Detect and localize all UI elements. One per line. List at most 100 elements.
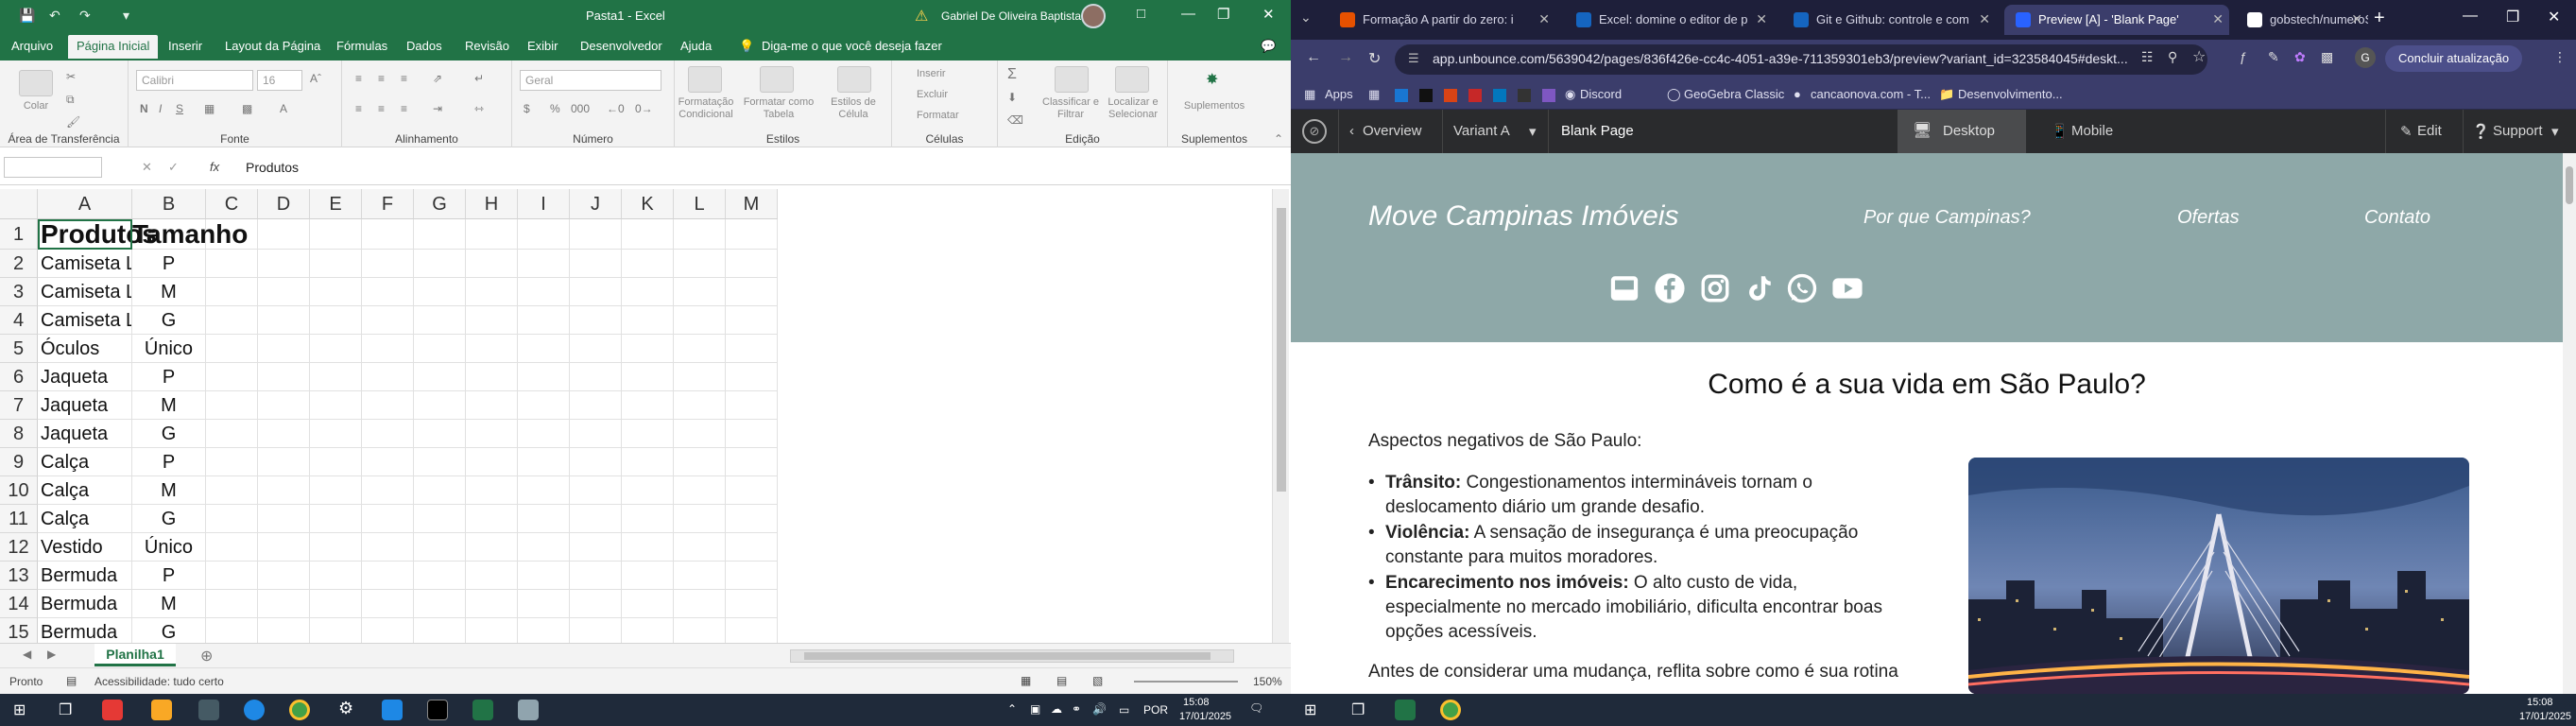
empty-cell[interactable]: [466, 505, 518, 533]
empty-cell[interactable]: [622, 590, 674, 618]
maximize-icon[interactable]: ❐: [1217, 6, 1229, 23]
cell-tamanho[interactable]: M: [132, 278, 206, 306]
cell-produto[interactable]: Calça: [38, 448, 132, 476]
empty-cell[interactable]: [622, 533, 674, 562]
empty-cell[interactable]: [570, 391, 622, 420]
empty-cell[interactable]: [258, 448, 310, 476]
row-header[interactable]: 9: [0, 448, 38, 476]
vscode-icon[interactable]: [382, 700, 403, 720]
cell-tamanho[interactable]: Tamanho: [132, 219, 248, 250]
close-tab-icon[interactable]: ✕: [2351, 11, 2362, 27]
cell-tamanho[interactable]: Único: [132, 335, 206, 363]
formula-input[interactable]: Produtos: [246, 160, 299, 175]
empty-cell[interactable]: [310, 420, 362, 448]
extension-icon[interactable]: ƒ: [2240, 49, 2247, 64]
empty-cell[interactable]: [518, 278, 570, 306]
empty-cell[interactable]: [206, 250, 258, 278]
empty-cell[interactable]: [518, 618, 570, 643]
bookmark-favicon[interactable]: [1419, 89, 1433, 102]
empty-cell[interactable]: [414, 562, 466, 590]
browser-tab[interactable]: Excel: domine o editor de p ✕: [1565, 5, 1773, 35]
align-middle-icon[interactable]: ≡: [378, 72, 385, 85]
extension-icon[interactable]: ✎: [2268, 49, 2279, 65]
empty-cell[interactable]: [466, 250, 518, 278]
align-bottom-icon[interactable]: ≡: [401, 72, 407, 85]
bookmark-geogebra[interactable]: GeoGebra Classic: [1684, 87, 1784, 101]
empty-cell[interactable]: [310, 219, 362, 250]
cell-produto[interactable]: Jaqueta: [38, 363, 132, 391]
empty-cell[interactable]: [570, 219, 622, 250]
empty-cell[interactable]: [518, 250, 570, 278]
column-header[interactable]: H: [466, 189, 518, 219]
desktop-toggle[interactable]: 🖥 Desktop: [1898, 110, 2026, 153]
terminal-icon[interactable]: [427, 700, 448, 720]
volume-icon[interactable]: 🔊: [1092, 702, 1107, 716]
redo-icon[interactable]: ↷: [79, 8, 91, 24]
cell-produto[interactable]: Bermuda: [38, 590, 132, 618]
empty-cell[interactable]: [570, 562, 622, 590]
empty-cell[interactable]: [674, 363, 726, 391]
column-header[interactable]: A: [38, 189, 132, 219]
column-header[interactable]: J: [570, 189, 622, 219]
bookmark-favicon[interactable]: [1444, 89, 1457, 102]
site-info-icon[interactable]: ☰: [1408, 51, 1419, 66]
empty-cell[interactable]: [726, 476, 778, 505]
empty-cell[interactable]: [362, 278, 414, 306]
next-sheet-icon[interactable]: ▶: [47, 648, 56, 661]
empty-cell[interactable]: [206, 533, 258, 562]
empty-cell[interactable]: [466, 278, 518, 306]
empty-cell[interactable]: [674, 250, 726, 278]
column-header[interactable]: G: [414, 189, 466, 219]
empty-cell[interactable]: [258, 533, 310, 562]
empty-cell[interactable]: [726, 306, 778, 335]
zoom-level[interactable]: 150%: [1253, 675, 1282, 688]
empty-cell[interactable]: [726, 505, 778, 533]
column-header[interactable]: B: [132, 189, 206, 219]
empty-cell[interactable]: [414, 420, 466, 448]
number-format-field[interactable]: Geral: [520, 70, 661, 91]
empty-cell[interactable]: [362, 391, 414, 420]
new-tab-icon[interactable]: +: [2374, 8, 2385, 29]
empty-cell[interactable]: [726, 391, 778, 420]
cell-tamanho[interactable]: G: [132, 420, 206, 448]
scroll-thumb[interactable]: [2566, 166, 2573, 204]
empty-cell[interactable]: [258, 219, 310, 250]
empty-cell[interactable]: [414, 533, 466, 562]
empty-cell[interactable]: [310, 250, 362, 278]
close-icon[interactable]: ✕: [2548, 8, 2560, 26]
tab-inserir[interactable]: Inserir: [168, 39, 202, 53]
addins-button[interactable]: Suplementos: [1168, 100, 1261, 112]
cell-produto[interactable]: Bermuda: [38, 562, 132, 590]
empty-cell[interactable]: [518, 363, 570, 391]
empty-cell[interactable]: [362, 476, 414, 505]
empty-cell[interactable]: [362, 420, 414, 448]
insert-function-button[interactable]: fx: [210, 160, 219, 174]
empty-cell[interactable]: [674, 505, 726, 533]
empty-cell[interactable]: [362, 250, 414, 278]
overview-link[interactable]: Overview: [1363, 123, 1422, 139]
empty-cell[interactable]: [466, 363, 518, 391]
empty-cell[interactable]: [414, 250, 466, 278]
align-top-icon[interactable]: ≡: [355, 72, 362, 85]
insert-cells-button[interactable]: Inserir: [917, 68, 946, 80]
empty-cell[interactable]: [206, 335, 258, 363]
font-color-icon[interactable]: A: [280, 102, 287, 115]
url-field[interactable]: ☰ app.unbounce.com/5639042/pages/836f426…: [1395, 44, 2207, 75]
zoom-slider[interactable]: [1134, 681, 1238, 683]
empty-cell[interactable]: [206, 505, 258, 533]
cell-produto[interactable]: Calça: [38, 505, 132, 533]
row-header[interactable]: 6: [0, 363, 38, 391]
cut-icon[interactable]: ✂: [66, 70, 76, 83]
bookmark-favicon[interactable]: [1493, 89, 1506, 102]
row-header[interactable]: 15: [0, 618, 38, 643]
clock-time[interactable]: 15:08: [2527, 697, 2553, 708]
empty-cell[interactable]: [622, 335, 674, 363]
empty-cell[interactable]: [518, 562, 570, 590]
task-view-icon[interactable]: ❐: [59, 700, 72, 719]
battery-icon[interactable]: ▭: [1119, 703, 1129, 717]
empty-cell[interactable]: [726, 278, 778, 306]
empty-cell[interactable]: [570, 505, 622, 533]
empty-cell[interactable]: [310, 391, 362, 420]
empty-cell[interactable]: [622, 306, 674, 335]
wifi-icon[interactable]: ⚭: [1072, 702, 1081, 716]
